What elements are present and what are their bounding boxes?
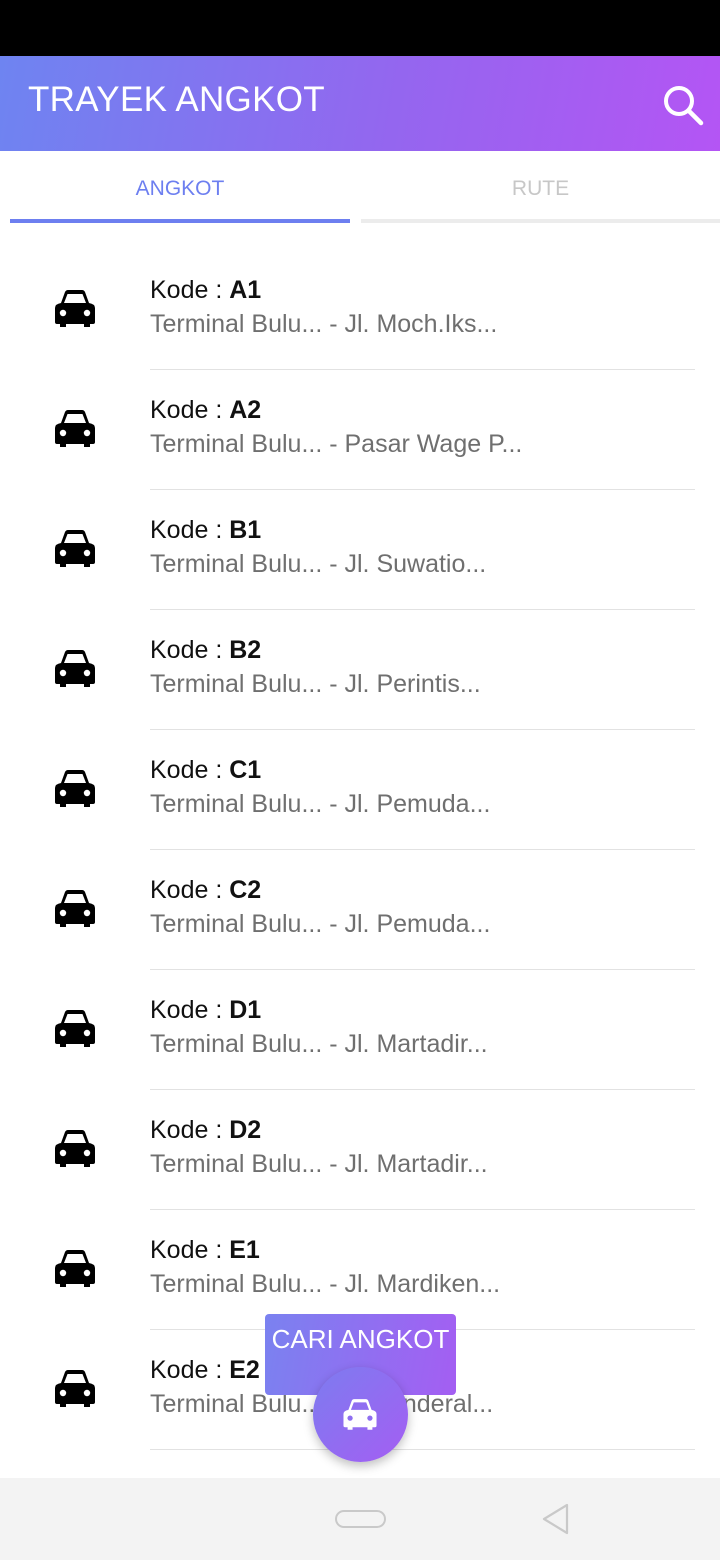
kode-value: E2 [229, 1356, 260, 1384]
status-bar [0, 0, 720, 56]
app-title: TRAYEK ANGKOT [28, 80, 325, 119]
kode-label: Kode : [150, 876, 230, 904]
kode-label: Kode : [150, 1236, 230, 1264]
kode-label: Kode : [150, 1116, 230, 1144]
kode-line: Kode : C2 [150, 874, 490, 906]
kode-label: Kode : [150, 756, 230, 784]
back-triangle-icon[interactable] [540, 1502, 570, 1536]
kode-label: Kode : [150, 996, 230, 1024]
car-icon [55, 410, 95, 447]
search-icon [664, 86, 704, 126]
car-icon [55, 770, 95, 807]
list-item[interactable]: Kode : C2 Terminal Bulu... - Jl. Pemuda.… [0, 830, 720, 970]
list-item[interactable]: Kode : E1 Terminal Bulu... - Jl. Mardike… [0, 1190, 720, 1330]
kode-line: Kode : B1 [150, 514, 486, 546]
tab-rute-indicator [361, 219, 720, 223]
route-text: Terminal Bulu... - Jl. Perintis... [150, 670, 481, 698]
kode-line: Kode : D2 [150, 1114, 488, 1146]
tab-angkot[interactable]: ANGKOT [10, 151, 350, 223]
tab-rute[interactable]: RUTE [361, 151, 720, 223]
car-icon [55, 530, 95, 567]
kode-label: Kode : [150, 276, 230, 304]
kode-value: C1 [229, 756, 262, 784]
kode-label: Kode : [150, 396, 230, 424]
tab-angkot-label: ANGKOT [135, 177, 225, 200]
route-text: Terminal Bulu... - Jl. Moch.Iks... [150, 310, 498, 338]
kode-line: Kode : B2 [150, 634, 481, 666]
tab-angkot-indicator [10, 219, 350, 223]
car-icon [55, 1010, 95, 1047]
angkot-list: Kode : A1 Terminal Bulu... - Jl. Moch.Ik… [0, 230, 720, 1450]
kode-line: Kode : C1 [150, 754, 490, 786]
list-item[interactable]: Kode : C1 Terminal Bulu... - Jl. Pemuda.… [0, 710, 720, 850]
kode-value: D1 [229, 996, 262, 1024]
home-pill-icon[interactable] [335, 1510, 386, 1528]
kode-line: Kode : E1 [150, 1234, 500, 1266]
kode-label: Kode : [150, 636, 230, 664]
search-button[interactable] [660, 82, 706, 128]
list-item[interactable]: Kode : A2 Terminal Bulu... - Pasar Wage … [0, 350, 720, 490]
car-icon [55, 650, 95, 687]
route-text: Terminal Bulu... - Jl. Martadir... [150, 1030, 488, 1058]
kode-value: C2 [229, 876, 262, 904]
system-nav-bar [0, 1478, 720, 1560]
route-text: Terminal Bulu... - Jl. Pemuda... [150, 790, 491, 818]
list-item[interactable]: Kode : D1 Terminal Bulu... - Jl. Martadi… [0, 950, 720, 1090]
tab-rute-label: RUTE [511, 177, 570, 200]
divider [150, 1449, 695, 1450]
kode-value: A1 [229, 276, 262, 304]
app-bar: TRAYEK ANGKOT [0, 56, 720, 151]
car-icon [343, 1399, 377, 1430]
kode-line: Kode : A1 [150, 274, 497, 306]
list-item[interactable]: Kode : D2 Terminal Bulu... - Jl. Martadi… [0, 1070, 720, 1210]
car-icon [55, 1130, 95, 1167]
kode-value: B1 [229, 516, 262, 544]
car-icon [55, 890, 95, 927]
kode-value: D2 [229, 1116, 262, 1144]
kode-value: E1 [229, 1236, 260, 1264]
list-item[interactable]: Kode : B2 Terminal Bulu... - Jl. Perinti… [0, 590, 720, 730]
car-icon [55, 1250, 95, 1287]
route-text: Terminal Bulu... - Jl. Mardiken... [150, 1270, 501, 1298]
route-text: Terminal Bulu... - Jl. Pemuda... [150, 910, 491, 938]
kode-label: Kode : [150, 516, 230, 544]
list-item[interactable]: Kode : B1 Terminal Bulu... - Jl. Suwatio… [0, 470, 720, 610]
kode-line: Kode : D1 [150, 994, 488, 1026]
kode-line: Kode : A2 [150, 394, 522, 426]
car-icon [55, 1370, 95, 1407]
route-text: Terminal Bulu... - Jl. Suwatio... [150, 550, 487, 578]
car-icon [55, 290, 95, 327]
tab-bar: ANGKOT RUTE [0, 151, 720, 223]
list-item[interactable]: Kode : A1 Terminal Bulu... - Jl. Moch.Ik… [0, 230, 720, 370]
car-fab-button[interactable] [313, 1367, 408, 1462]
kode-value: A2 [229, 396, 262, 424]
kode-value: B2 [229, 636, 262, 664]
route-text: Terminal Bulu... - Jl. Martadir... [150, 1150, 488, 1178]
kode-label: Kode : [150, 1356, 230, 1384]
route-text: Terminal Bulu... - Pasar Wage P... [150, 430, 523, 458]
